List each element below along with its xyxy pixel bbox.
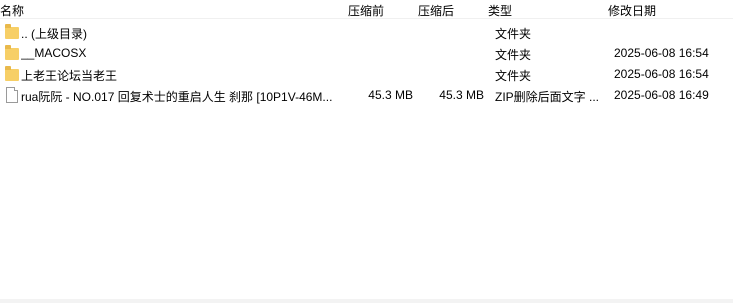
file-name: __MACOSX [21, 46, 87, 60]
file-type: 文件夹 [495, 69, 532, 83]
header-compressed-size[interactable]: 压缩后 [418, 2, 454, 19]
file-type: 文件夹 [495, 48, 532, 62]
folder-icon [5, 66, 19, 81]
header-type[interactable]: 类型 [488, 2, 512, 19]
file-type: 文件夹 [495, 27, 532, 41]
file-type: ZIP删除后面文字 ... [495, 90, 600, 104]
file-row-zip[interactable]: rua阮阮 - NO.017 回复术士的重启人生 刹那 [10P1V-46M..… [0, 85, 733, 105]
original-size: 45.3 MB [368, 88, 413, 102]
file-name: 上老王论坛当老王 [21, 69, 118, 83]
folder-icon [5, 24, 19, 39]
header-modified-date[interactable]: 修改日期 [608, 2, 656, 19]
file-icon [5, 87, 19, 103]
folder-icon [5, 45, 19, 60]
status-bar [0, 299, 733, 303]
column-header: 名称 压缩前 压缩后 类型 修改日期 [0, 0, 733, 19]
header-name[interactable]: 名称 [0, 2, 24, 19]
file-row-folder[interactable]: 上老王论坛当老王 文件夹 2025-06-08 16:54 [0, 64, 733, 84]
file-row-parent-directory[interactable]: .. (上级目录) 文件夹 [0, 22, 733, 42]
header-original-size[interactable]: 压缩前 [348, 2, 384, 19]
file-name: rua阮阮 - NO.017 回复术士的重启人生 刹那 [10P1V-46M..… [21, 90, 333, 104]
modified-date: 2025-06-08 16:49 [614, 88, 709, 102]
file-name: .. (上级目录) [21, 27, 87, 41]
modified-date: 2025-06-08 16:54 [614, 46, 709, 60]
compressed-size: 45.3 MB [439, 88, 484, 102]
file-row-macosx[interactable]: __MACOSX 文件夹 2025-06-08 16:54 [0, 43, 733, 63]
modified-date: 2025-06-08 16:54 [614, 67, 709, 81]
